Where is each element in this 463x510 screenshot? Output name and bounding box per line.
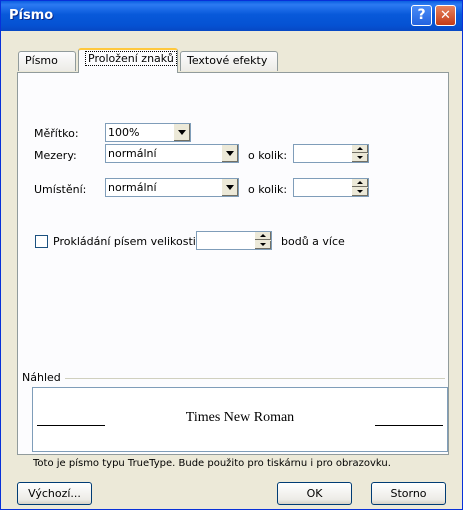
spin-down-icon[interactable]	[352, 188, 368, 196]
tab-font[interactable]: Písmo	[18, 51, 76, 71]
position-label: Umístění:	[34, 183, 87, 196]
position-value: normální	[108, 181, 157, 194]
spacing-value: normální	[108, 147, 157, 160]
spin-up-icon[interactable]	[255, 232, 271, 240]
tab-character-spacing[interactable]: Proložení znaků	[78, 48, 178, 73]
default-button-label: Výchozí...	[28, 487, 81, 500]
ok-button-label: OK	[306, 487, 323, 500]
tab-character-spacing-label: Proložení znaků	[85, 51, 177, 66]
spin-down-icon[interactable]	[352, 154, 368, 162]
spin-buttons	[351, 179, 368, 196]
spacing-select[interactable]: normální	[105, 144, 239, 163]
spacing-label: Mezery:	[34, 149, 77, 162]
preview-group-label: Náhled	[22, 371, 61, 384]
spin-down-icon[interactable]	[255, 241, 271, 249]
kerning-checkbox[interactable]	[35, 235, 48, 248]
chevron-down-icon[interactable]	[173, 124, 190, 141]
scale-label: Měřítko:	[34, 127, 79, 140]
cancel-button-label: Storno	[390, 487, 427, 500]
window-title: Písmo	[9, 8, 54, 23]
close-icon[interactable]: ✕	[435, 5, 456, 26]
tab-text-effects-label: Textové efekty	[187, 54, 268, 67]
help-icon[interactable]: ?	[411, 5, 432, 26]
tab-font-label: Písmo	[25, 54, 58, 67]
kerning-label: Prokládání písem velikosti:	[53, 235, 200, 248]
dialog-window: Písmo ? ✕ Písmo Proložení znaků Textové …	[0, 0, 463, 510]
preview-baseline-right	[375, 425, 443, 426]
group-divider	[65, 378, 445, 379]
font-type-note: Toto je písmo typu TrueType. Bude použit…	[33, 458, 391, 469]
default-button[interactable]: Výchozí...	[17, 482, 92, 505]
preview-box: Times New Roman	[32, 387, 448, 452]
kerning-stepper[interactable]	[196, 231, 272, 250]
spacing-by-label: o kolik:	[248, 149, 288, 162]
preview-sample-text: Times New Roman	[185, 410, 295, 425]
title-bar[interactable]: Písmo ? ✕	[1, 1, 462, 31]
cancel-button[interactable]: Storno	[371, 482, 446, 505]
position-by-stepper[interactable]	[293, 178, 369, 197]
scale-select[interactable]: 100%	[105, 123, 191, 142]
position-select[interactable]: normální	[105, 178, 239, 197]
ok-button[interactable]: OK	[277, 482, 352, 505]
kerning-suffix: bodů a více	[281, 235, 345, 248]
spin-buttons	[254, 232, 271, 249]
scale-value: 100%	[108, 126, 140, 139]
spin-buttons	[351, 145, 368, 162]
chevron-down-icon[interactable]	[221, 179, 238, 196]
spacing-by-stepper[interactable]	[293, 144, 369, 163]
spin-up-icon[interactable]	[352, 179, 368, 187]
chevron-down-icon[interactable]	[221, 145, 238, 162]
tab-text-effects[interactable]: Textové efekty	[180, 51, 278, 71]
position-by-label: o kolik:	[248, 183, 288, 196]
spin-up-icon[interactable]	[352, 145, 368, 153]
